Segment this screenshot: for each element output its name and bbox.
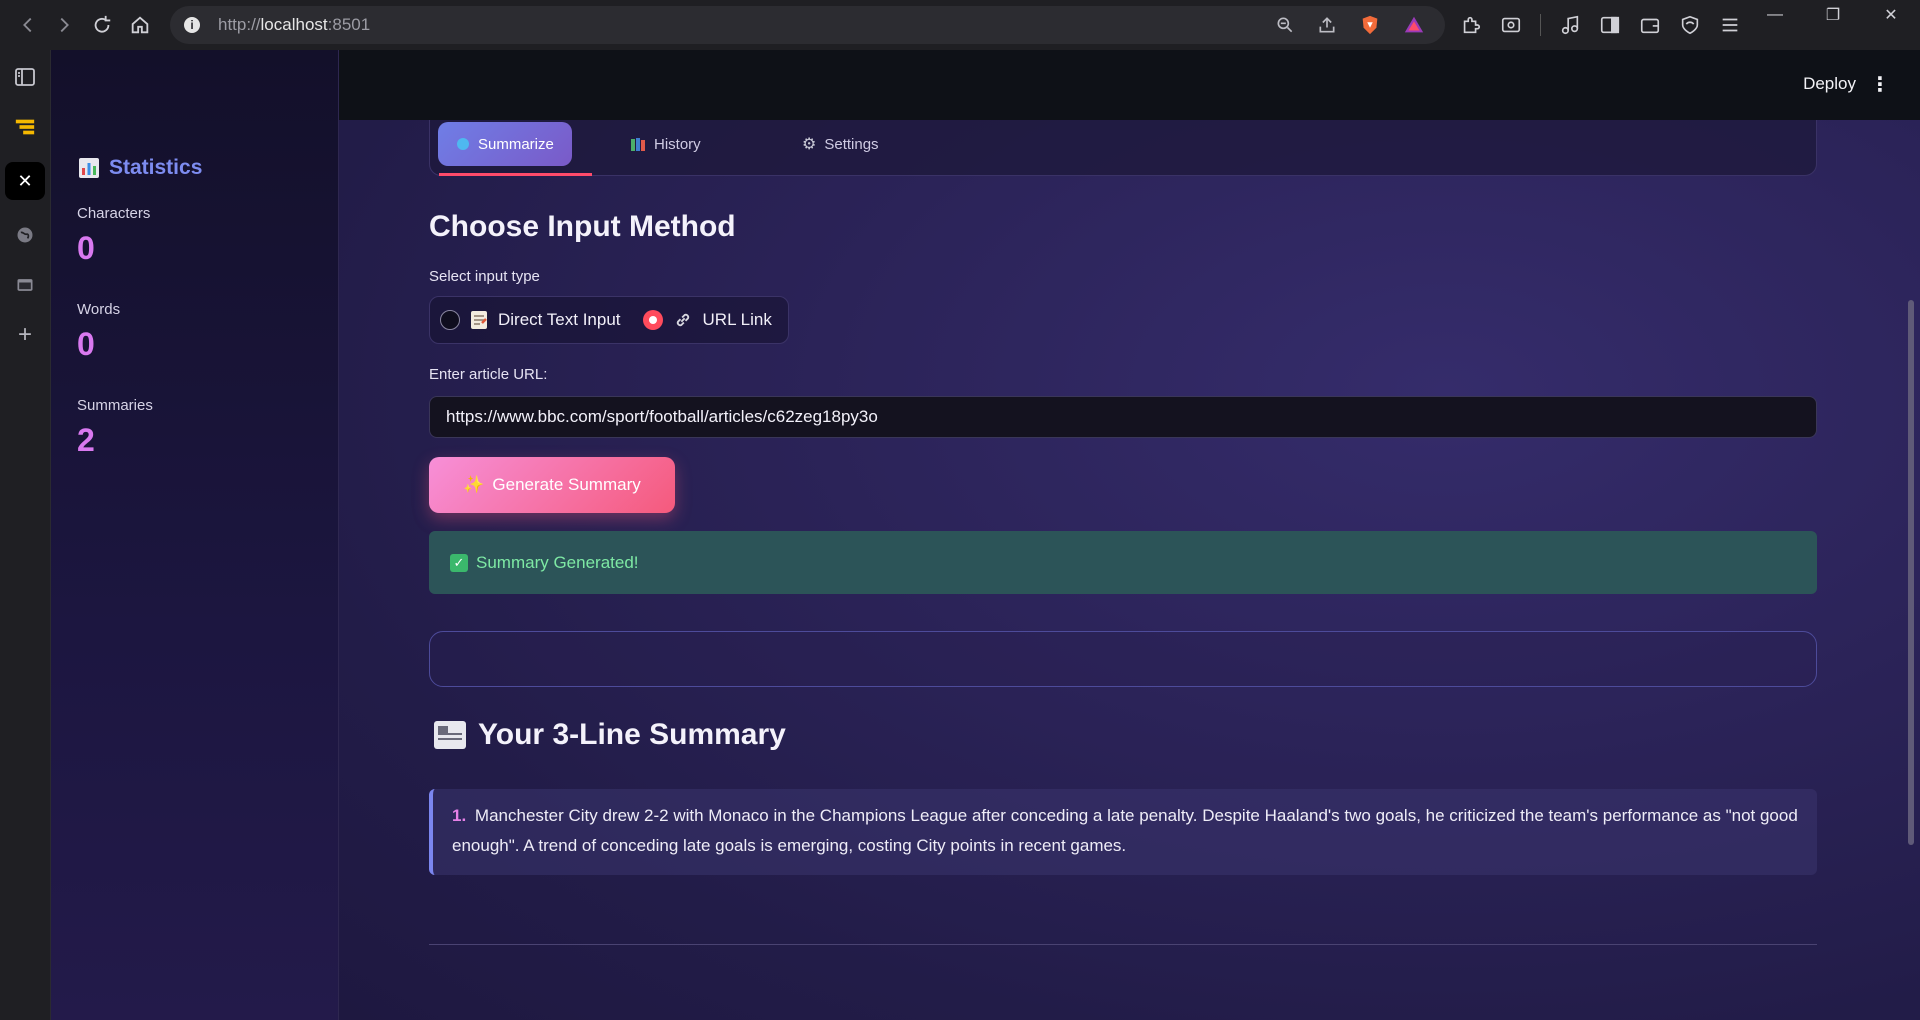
- browser-side-panel: ✕ +: [0, 50, 51, 1020]
- empty-container: [429, 631, 1817, 687]
- books-icon: [631, 138, 645, 151]
- streamlit-logo-icon[interactable]: [5, 112, 45, 142]
- sidebar-panel-icon[interactable]: [5, 62, 45, 92]
- main-content: Summarize History ⚙ Settings Choose Inpu…: [339, 120, 1920, 1020]
- rewards-icon[interactable]: [1403, 14, 1425, 36]
- stat-label: Characters: [77, 205, 151, 222]
- generate-summary-button[interactable]: ✨ Generate Summary: [429, 457, 675, 513]
- statistics-heading: Statistics: [77, 156, 338, 180]
- url-prefix: http://: [218, 15, 261, 34]
- stat-value: 0: [77, 230, 95, 266]
- close-window-icon[interactable]: ✕: [1862, 5, 1920, 25]
- music-icon[interactable]: [1559, 14, 1581, 36]
- stat-summaries: Summaries 2: [77, 397, 338, 459]
- tab-settings[interactable]: ⚙ Settings: [784, 122, 897, 166]
- reload-icon[interactable]: [84, 7, 120, 43]
- radio-direct-text[interactable]: Direct Text Input: [440, 310, 621, 330]
- input-type-radio-group: Direct Text Input URL Link: [429, 296, 789, 344]
- more-options-icon[interactable]: ⋮: [1870, 72, 1890, 97]
- radio-url-link[interactable]: URL Link: [642, 310, 772, 330]
- success-alert: ✓ Summary Generated!: [429, 531, 1817, 594]
- input-method-heading: Choose Input Method: [429, 210, 736, 243]
- summary-heading-text: Your 3-Line Summary: [478, 718, 786, 751]
- stat-label: Summaries: [77, 397, 153, 414]
- summary-heading: Your 3-Line Summary: [434, 718, 786, 752]
- address-bar[interactable]: i http://localhost:8501: [170, 6, 1445, 44]
- sparkles-icon: ✨: [463, 475, 485, 494]
- gear-icon: ⚙: [802, 136, 817, 153]
- bar-chart-icon: [79, 158, 99, 178]
- reader-icon[interactable]: [5, 270, 45, 300]
- newspaper-icon: [434, 721, 466, 749]
- stat-characters: Characters 0: [77, 205, 338, 267]
- stat-value: 2: [77, 422, 95, 458]
- back-icon[interactable]: [10, 7, 46, 43]
- sidebar-toggle-icon[interactable]: [1599, 14, 1621, 36]
- article-url-input[interactable]: [429, 396, 1817, 438]
- summary-item-number: 1.: [452, 806, 467, 825]
- radio-button[interactable]: [440, 310, 460, 330]
- extensions-icon[interactable]: [1460, 14, 1482, 36]
- radio-label: URL Link: [702, 310, 772, 329]
- link-icon: [676, 313, 689, 327]
- globe-icon[interactable]: [5, 220, 45, 250]
- tab-label: Summarize: [478, 135, 554, 153]
- url-input-label: Enter article URL:: [429, 366, 548, 383]
- success-message: Summary Generated!: [476, 552, 639, 572]
- memo-icon: [471, 311, 487, 329]
- summary-item-text: Manchester City drew 2-2 with Monaco in …: [452, 806, 1798, 855]
- app-header: Deploy ⋮: [339, 50, 1920, 120]
- deploy-button[interactable]: Deploy: [1803, 74, 1856, 94]
- browser-toolbar: i http://localhost:8501 — ❐ ✕: [0, 0, 1920, 50]
- tab-history[interactable]: History: [612, 122, 719, 166]
- zoom-icon[interactable]: [1275, 15, 1295, 35]
- stat-words: Words 0: [77, 301, 338, 363]
- close-tab-icon[interactable]: ✕: [5, 162, 45, 200]
- info-icon[interactable]: i: [184, 17, 200, 33]
- blue-circle-icon: [457, 138, 469, 150]
- minimize-icon[interactable]: —: [1746, 6, 1804, 24]
- tab-label: Settings: [824, 135, 879, 153]
- tab-label: History: [654, 135, 701, 153]
- scrollbar[interactable]: [1908, 300, 1914, 845]
- tab-bar: Summarize History ⚙ Settings: [429, 120, 1817, 176]
- divider: [429, 944, 1817, 945]
- url-host: localhost: [260, 15, 328, 34]
- stat-label: Words: [77, 301, 121, 318]
- restore-icon[interactable]: ❐: [1804, 5, 1862, 25]
- stat-value: 0: [77, 326, 95, 362]
- generate-summary-label: Generate Summary: [492, 475, 641, 494]
- menu-icon[interactable]: [1719, 14, 1741, 36]
- tab-summarize[interactable]: Summarize: [438, 122, 572, 166]
- wallet-icon[interactable]: [1639, 14, 1661, 36]
- active-tab-indicator: [439, 173, 592, 176]
- input-type-label: Select input type: [429, 268, 540, 285]
- radio-label: Direct Text Input: [498, 310, 621, 329]
- radio-button-selected[interactable]: [642, 310, 663, 330]
- brave-shield-icon[interactable]: [1359, 14, 1381, 36]
- home-icon[interactable]: [122, 7, 158, 43]
- check-mark-icon: ✓: [450, 553, 468, 572]
- statistics-title: Statistics: [109, 156, 203, 179]
- vpn-icon[interactable]: [1679, 14, 1701, 36]
- url-port: :8501: [327, 15, 371, 34]
- forward-icon[interactable]: [46, 7, 82, 43]
- app-sidebar: Statistics Characters 0 Words 0 Summarie…: [51, 50, 339, 1020]
- add-panel-icon[interactable]: +: [5, 320, 45, 350]
- search-tab-icon[interactable]: [1500, 14, 1522, 36]
- share-icon[interactable]: [1317, 15, 1337, 35]
- summary-item: 1. Manchester City drew 2-2 with Monaco …: [429, 789, 1817, 875]
